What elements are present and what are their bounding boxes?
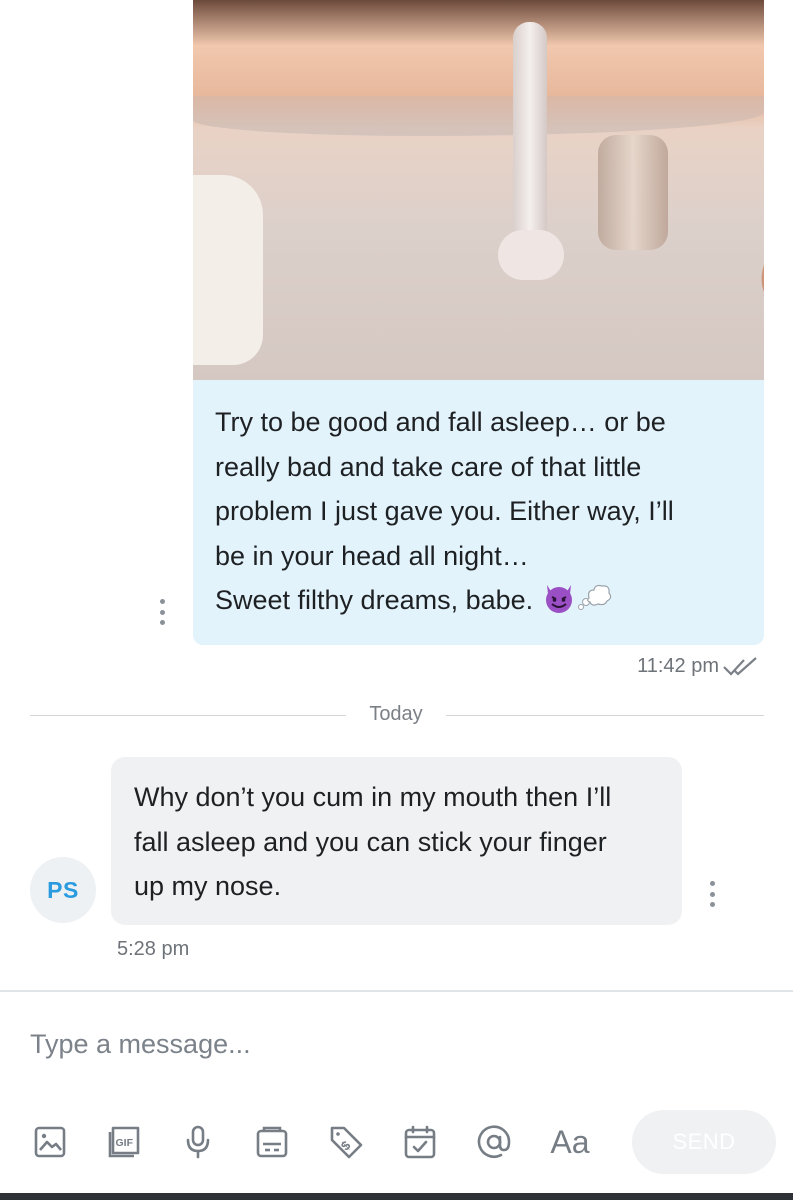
outgoing-message-bubble[interactable]: Try to be good and fall asleep… or be re… <box>193 380 764 645</box>
photo-toothbrush <box>513 22 547 247</box>
message-line: up my nose. <box>134 871 282 901</box>
incoming-message-bubble[interactable]: Why don’t you cum in my mouth then I’ll … <box>111 757 682 925</box>
photo-toothbrush-base <box>498 230 564 280</box>
composer-divider <box>0 990 793 992</box>
smiling-devil-emoji-icon <box>541 582 577 614</box>
photo-counter <box>193 96 764 136</box>
thought-balloon-emoji-icon <box>577 580 613 612</box>
incoming-message-menu-icon[interactable] <box>709 881 715 907</box>
message-line: Why don’t you cum in my mouth then I’ll <box>134 782 612 812</box>
message-line: really bad and take care of that little <box>215 451 642 482</box>
template-icon[interactable] <box>252 1122 292 1162</box>
avatar[interactable]: PS <box>30 857 96 923</box>
message-closing: Sweet filthy dreams, babe. <box>215 578 740 623</box>
read-receipt-icon <box>723 657 757 676</box>
day-separator-label: Today <box>369 703 423 725</box>
outgoing-message-menu-icon[interactable] <box>159 599 165 625</box>
day-separator-line <box>30 715 346 716</box>
day-separator-line <box>446 715 764 716</box>
outgoing-message-time: 11:42 pm <box>637 655 719 677</box>
microphone-icon[interactable] <box>178 1122 218 1162</box>
send-button[interactable]: SEND <box>632 1110 776 1174</box>
text-format-label: Aa <box>550 1123 590 1160</box>
tag-dollar-icon[interactable]: $ <box>326 1122 366 1162</box>
svg-text:$: $ <box>338 1137 354 1153</box>
photo-jar <box>598 135 668 250</box>
calendar-check-icon[interactable] <box>400 1122 440 1162</box>
message-line: problem I just gave you. Either way, I’l… <box>215 496 674 526</box>
svg-text:GIF: GIF <box>116 1137 134 1149</box>
message-line: fall asleep and you can stick your finge… <box>134 826 607 857</box>
photo-cloth <box>193 175 263 365</box>
gif-icon[interactable]: GIF <box>104 1122 144 1162</box>
closing-line: Sweet filthy dreams, babe. <box>215 585 534 615</box>
photo-hairbrush <box>745 222 764 380</box>
message-input[interactable] <box>30 1022 590 1066</box>
message-line: Try to be good and fall asleep… or be <box>215 407 666 437</box>
text-format-icon[interactable]: Aa <box>546 1122 594 1162</box>
at-sign-icon[interactable] <box>474 1122 514 1162</box>
photo-attachment[interactable] <box>193 0 764 380</box>
message-line: be in your head all night… <box>215 540 529 571</box>
incoming-message-time: 5:28 pm <box>117 938 190 960</box>
system-navigation-bar <box>0 1193 793 1200</box>
image-icon[interactable] <box>30 1122 70 1162</box>
